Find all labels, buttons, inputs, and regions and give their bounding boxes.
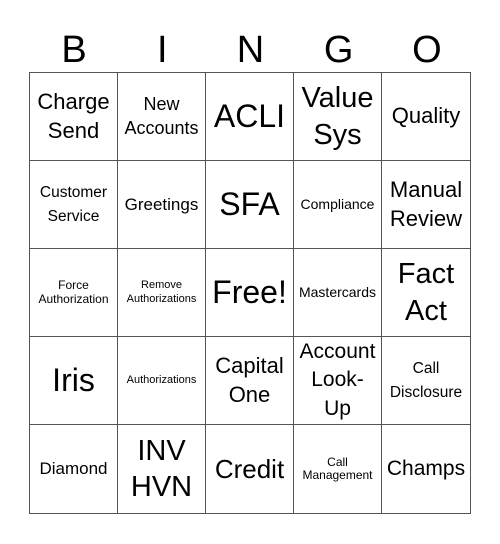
bingo-cell[interactable]: ACLI xyxy=(206,73,294,161)
bingo-cell-label: Greetings xyxy=(124,194,199,214)
header-letter-n: N xyxy=(236,29,265,71)
bingo-cell-label: Iris xyxy=(52,361,95,398)
bingo-cell-label: Value Sys xyxy=(301,82,374,151)
bingo-cell-label: Call Disclosure xyxy=(389,360,463,401)
bingo-cell-label: Mastercards xyxy=(298,284,377,301)
bingo-cell[interactable]: Charge Send xyxy=(30,73,118,161)
bingo-cell[interactable]: Greetings xyxy=(118,161,206,249)
bingo-cell-label: Customer Service xyxy=(39,184,108,225)
bingo-cell-label: New Accounts xyxy=(124,94,199,138)
bingo-cell-label: Remove Authorizations xyxy=(126,279,197,305)
bingo-cell-label: Force Authorization xyxy=(38,278,109,306)
bingo-cell-label: Charge Send xyxy=(37,88,110,143)
bingo-cell-label: Account Look- Up xyxy=(299,339,376,420)
bingo-cell[interactable]: Authorizations xyxy=(118,337,206,425)
bingo-cell-label: Compliance xyxy=(300,196,375,213)
bingo-cell-label: Fact Act xyxy=(397,258,455,327)
bingo-cell[interactable]: SFA xyxy=(206,161,294,249)
bingo-cell[interactable]: Manual Review xyxy=(382,161,470,249)
bingo-cell-label: Credit xyxy=(214,453,285,484)
bingo-cell-label: Champs xyxy=(386,456,466,480)
bingo-cell[interactable]: Iris xyxy=(30,337,118,425)
bingo-cell-label: Free! xyxy=(212,273,287,310)
bingo-cell[interactable]: Diamond xyxy=(30,425,118,513)
bingo-cell-label: Quality xyxy=(391,103,461,129)
bingo-cell[interactable]: Compliance xyxy=(294,161,382,249)
header-letter-b: B xyxy=(61,29,87,71)
header-letter-i: I xyxy=(157,29,168,71)
bingo-cell-label: INV HVN xyxy=(130,434,193,503)
bingo-cell[interactable]: New Accounts xyxy=(118,73,206,161)
bingo-cell-label: Authorizations xyxy=(126,373,197,386)
bingo-cell-label: Manual Review xyxy=(389,176,463,231)
bingo-cell[interactable]: INV HVN xyxy=(118,425,206,513)
bingo-cell[interactable]: Champs xyxy=(382,425,470,513)
bingo-cell[interactable]: Capital One xyxy=(206,337,294,425)
bingo-cell[interactable]: Free! xyxy=(206,249,294,337)
bingo-cell-label: Diamond xyxy=(39,459,108,479)
bingo-cell[interactable]: Force Authorization xyxy=(30,249,118,337)
bingo-cell[interactable]: Quality xyxy=(382,73,470,161)
bingo-cell[interactable]: Credit xyxy=(206,425,294,513)
bingo-cell-label: Call Management xyxy=(302,454,373,482)
bingo-cell[interactable]: Mastercards xyxy=(294,249,382,337)
bingo-cell-label: Capital One xyxy=(215,352,284,407)
header-letter-o: O xyxy=(412,29,442,71)
bingo-cell[interactable]: Call Disclosure xyxy=(382,337,470,425)
bingo-cell[interactable]: Customer Service xyxy=(30,161,118,249)
bingo-grid: Charge Send New Accounts ACLI Value Sys Qual… xyxy=(29,72,471,514)
bingo-header: B I N G O xyxy=(30,28,471,72)
bingo-cell[interactable]: Remove Authorizations xyxy=(118,249,206,337)
bingo-cell-label: SFA xyxy=(219,185,280,222)
bingo-cell[interactable]: Call Management xyxy=(294,425,382,513)
bingo-cell[interactable]: Fact Act xyxy=(382,249,470,337)
bingo-cell[interactable]: Account Look- Up xyxy=(294,337,382,425)
header-letter-g: G xyxy=(323,29,354,71)
bingo-cell[interactable]: Value Sys xyxy=(294,73,382,161)
bingo-cell-label: ACLI xyxy=(213,97,286,134)
